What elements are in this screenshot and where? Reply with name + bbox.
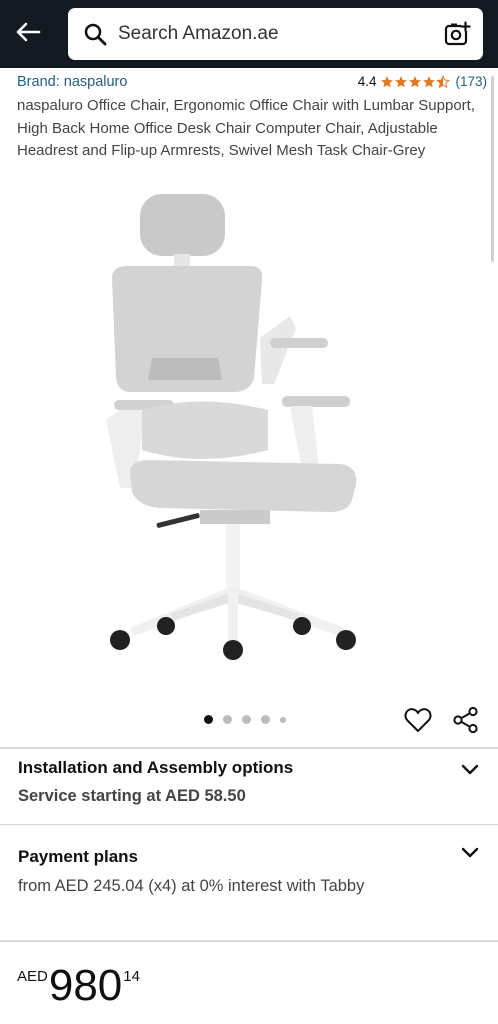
top-header: [0, 0, 498, 68]
carousel-dots[interactable]: [204, 715, 296, 724]
payment-text: from AED 245.04 (x4) at 0% interest with…: [18, 877, 365, 895]
scrollbar[interactable]: [491, 76, 494, 262]
installation-title: Installation and Assembly options: [18, 758, 294, 777]
arrow-left-icon: [16, 22, 41, 42]
price-currency: AED: [17, 968, 48, 985]
chevron-down-icon[interactable]: [460, 842, 480, 862]
camera-sparkle-icon: [444, 21, 471, 46]
price-fraction: 14: [123, 968, 140, 985]
rating-value: 4.4: [357, 74, 377, 89]
star-half-icon: [436, 74, 451, 88]
rating[interactable]: 4.4 (173): [358, 74, 487, 89]
price: AED 980 14: [17, 960, 140, 1012]
wishlist-button[interactable]: [403, 705, 433, 735]
magnifier-icon: [82, 21, 108, 47]
brand-rating-row: Brand: naspaluro 4.4 (173): [17, 74, 487, 94]
carousel-dot[interactable]: [242, 715, 251, 724]
carousel-dot[interactable]: [223, 715, 232, 724]
share-button[interactable]: [452, 706, 480, 734]
payment-plans-section[interactable]: Payment plans from AED 245.04 (x4) at 0%…: [0, 825, 498, 940]
camera-search-button[interactable]: [443, 20, 471, 48]
payment-title: Payment plans: [18, 847, 138, 866]
divider: [0, 940, 498, 942]
carousel-dot[interactable]: [280, 716, 286, 723]
heart-icon: [404, 708, 432, 732]
price-whole: 980: [48, 961, 123, 1010]
star-full-icon: [381, 75, 394, 87]
chevron-down-icon[interactable]: [460, 759, 480, 779]
share-icon: [453, 706, 478, 734]
back-button[interactable]: [10, 14, 46, 50]
star-full-icon: [423, 75, 436, 87]
product-image[interactable]: [90, 188, 380, 668]
star-full-icon: [395, 75, 408, 87]
brand-link[interactable]: Brand: naspaluro: [17, 74, 127, 90]
installation-subtitle: Service starting at AED 58.50: [18, 787, 246, 805]
carousel-dot-active[interactable]: [204, 715, 213, 724]
star-rating: [380, 74, 451, 89]
product-title: naspaluro Office Chair, Ergonomic Office…: [17, 97, 475, 159]
rating-count[interactable]: (173): [455, 74, 487, 89]
star-full-icon: [409, 75, 422, 87]
search-input[interactable]: [118, 23, 418, 45]
installation-options-section[interactable]: Installation and Assembly options Servic…: [0, 749, 498, 824]
search-bar[interactable]: [68, 8, 483, 60]
carousel-dot[interactable]: [261, 715, 270, 724]
